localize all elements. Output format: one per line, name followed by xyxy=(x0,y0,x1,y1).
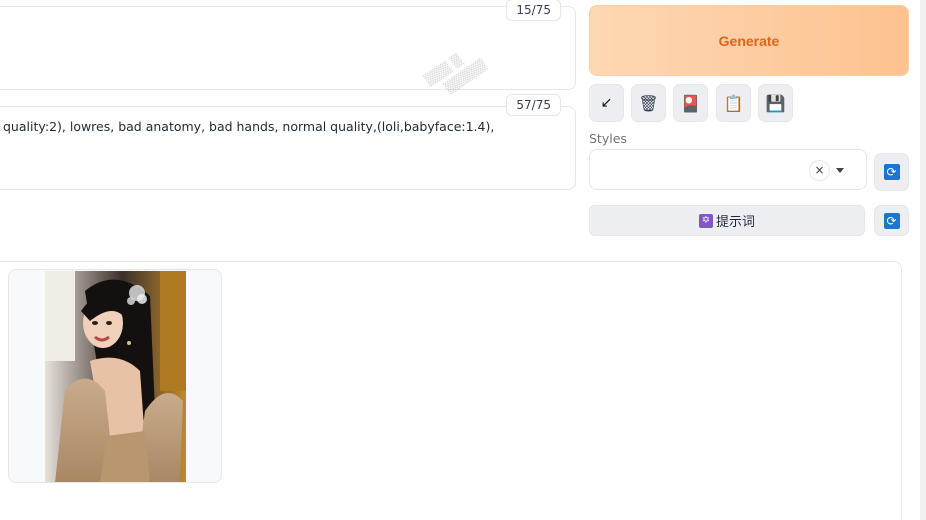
webui-root: 15/75 ▒▒▒ ▒ ▒▒▒▒▒ 57/75 quality:2), lowr… xyxy=(0,0,926,520)
gallery-thumbnail[interactable] xyxy=(8,269,222,483)
save-icon: 💾 xyxy=(765,93,786,113)
read-params-button[interactable]: ↙ xyxy=(589,84,624,122)
negative-prompt-textarea[interactable]: 57/75 quality:2), lowres, bad anatomy, b… xyxy=(0,94,576,190)
prompt-words-label: 提示词 xyxy=(715,215,755,230)
styles-label: Styles xyxy=(589,131,627,146)
chevron-down-icon[interactable] xyxy=(836,168,844,173)
extra-networks-button[interactable]: 🎴 xyxy=(673,84,708,122)
styles-dropdown[interactable]: × xyxy=(589,149,867,190)
trash-icon: 🗑 xyxy=(638,93,659,113)
positive-token-counter: 15/75 xyxy=(506,0,561,21)
clear-prompt-button[interactable]: 🗑 xyxy=(631,84,666,122)
clipboard-icon: 📋 xyxy=(723,93,744,113)
negative-prompt-text: quality:2), lowres, bad anatomy, bad han… xyxy=(3,119,495,134)
refresh-prompt-words-button[interactable]: ⟳ xyxy=(874,205,909,236)
arrow-icon: ↙ xyxy=(600,95,613,111)
generate-button[interactable]: Generate xyxy=(589,5,909,76)
picture-icon: 🎴 xyxy=(680,93,701,113)
clear-icon[interactable]: × xyxy=(809,160,830,181)
refresh-icon: ⟳ xyxy=(883,212,900,229)
refresh-styles-button[interactable]: ⟳ xyxy=(874,153,909,191)
star-of-david-icon: ✡ xyxy=(698,213,713,228)
save-style-button[interactable]: 💾 xyxy=(758,84,793,122)
prompt-words-button[interactable]: ✡ 提示词 xyxy=(589,205,865,236)
refresh-icon: ⟳ xyxy=(883,164,900,180)
negative-token-counter: 57/75 xyxy=(506,94,561,116)
generated-image[interactable] xyxy=(45,271,186,482)
apply-style-button[interactable]: 📋 xyxy=(716,84,751,122)
page-scrollbar[interactable] xyxy=(920,0,926,520)
